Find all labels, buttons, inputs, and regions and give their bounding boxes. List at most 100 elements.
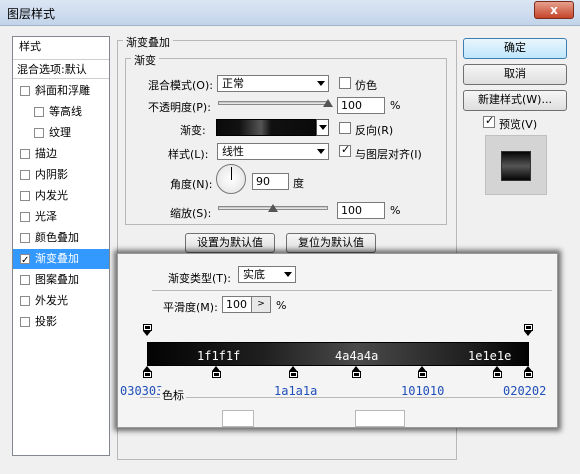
checkbox[interactable]	[20, 251, 30, 269]
smoothness-input[interactable]: 100	[222, 296, 252, 313]
subgroup-title: 渐变	[131, 52, 159, 68]
gradient-label: 渐变:	[180, 124, 206, 137]
opacity-stop-left[interactable]	[143, 324, 152, 336]
blending-options-item[interactable]: 混合选项:默认	[13, 59, 109, 79]
color-stop[interactable]	[143, 366, 152, 378]
bar-label-2: 4a4a4a	[335, 349, 379, 363]
color-stop[interactable]	[212, 366, 221, 378]
style-item-outer-glow[interactable]: 外发光	[13, 291, 109, 311]
style-item-inner-glow[interactable]: 内发光	[13, 186, 109, 206]
stop-tip	[143, 331, 151, 336]
ok-button[interactable]: 确定	[463, 38, 567, 59]
checkbox[interactable]	[34, 128, 44, 138]
gradient-swatch[interactable]	[216, 119, 316, 136]
angle-input[interactable]: 90	[252, 173, 289, 190]
opacity-slider-track[interactable]	[218, 101, 328, 105]
checkbox[interactable]	[20, 170, 30, 180]
stop-label-1: 030303	[120, 384, 164, 398]
checkbox[interactable]	[20, 296, 30, 306]
cancel-button[interactable]: 取消	[463, 64, 567, 85]
styles-panel: 样式 混合选项:默认 斜面和浮雕 等高线 纹理 描边 内阴影 内发光 光泽 颜色…	[12, 36, 110, 456]
stop-body	[524, 324, 533, 331]
angle-unit: 度	[293, 177, 304, 190]
style-item-bevel[interactable]: 斜面和浮雕	[13, 81, 109, 101]
style-item-color-overlay[interactable]: 颜色叠加	[13, 228, 109, 248]
scale-input[interactable]: 100	[337, 202, 385, 219]
close-button[interactable]: x	[534, 1, 574, 19]
style-select[interactable]: 线性	[217, 143, 329, 160]
style-item-gradient-overlay[interactable]: 渐变叠加	[13, 249, 109, 269]
checkbox[interactable]	[20, 275, 30, 285]
chevron-down-icon	[317, 81, 325, 86]
new-style-button[interactable]: 新建样式(W)...	[463, 90, 567, 111]
window-title: 图层样式	[7, 7, 56, 21]
style-item-contour[interactable]: 等高线	[13, 102, 109, 122]
stop-tip	[524, 331, 532, 336]
color-stop-field[interactable]	[222, 410, 254, 427]
preview-thumbnail	[485, 135, 547, 195]
checkbox[interactable]	[20, 233, 30, 243]
dither-label: 仿色	[355, 79, 377, 92]
color-stop-location-field[interactable]	[355, 410, 405, 427]
stop-label-3: 101010	[401, 384, 445, 398]
checkbox[interactable]	[34, 107, 44, 117]
blend-mode-label: 混合模式(O):	[148, 79, 213, 92]
checkbox[interactable]	[20, 86, 30, 96]
angle-dial[interactable]	[216, 164, 246, 194]
color-stop[interactable]	[418, 366, 427, 378]
stop-color	[291, 373, 296, 376]
color-stop[interactable]	[289, 366, 298, 378]
scale-slider-thumb[interactable]	[268, 204, 278, 212]
editor-divider	[152, 290, 552, 291]
gradient-type-value: 实底	[243, 268, 265, 281]
checkbox[interactable]	[20, 149, 30, 159]
stop-color	[420, 373, 425, 376]
smoothness-stepper[interactable]: >	[251, 296, 271, 313]
set-default-button[interactable]: 设置为默认值	[185, 233, 275, 253]
scale-percent: %	[390, 204, 401, 217]
opacity-stop-right[interactable]	[524, 324, 533, 336]
chevron-down-icon	[284, 272, 292, 277]
stop-label-2: 1a1a1a	[274, 384, 318, 398]
checkbox[interactable]	[20, 212, 30, 222]
align-layer-label: 与图层对齐(I)	[355, 148, 422, 161]
stop-color	[354, 373, 359, 376]
color-stop[interactable]	[493, 366, 502, 378]
align-layer-checkbox[interactable]	[339, 143, 351, 157]
style-item-drop-shadow[interactable]: 投影	[13, 312, 109, 332]
opacity-percent: %	[390, 99, 401, 112]
chevron-down-icon	[317, 149, 325, 154]
stop-color	[214, 373, 219, 376]
scale-label: 缩放(S):	[170, 207, 212, 220]
style-item-inner-shadow[interactable]: 内阴影	[13, 165, 109, 185]
bar-label-3: 1e1e1e	[468, 349, 512, 363]
style-item-texture[interactable]: 纹理	[13, 123, 109, 143]
angle-indicator	[231, 167, 232, 180]
dither-checkbox[interactable]	[339, 77, 351, 89]
style-item-pattern-overlay[interactable]: 图案叠加	[13, 270, 109, 290]
checkbox[interactable]	[20, 317, 30, 327]
stop-color	[145, 373, 150, 376]
blend-mode-select[interactable]: 正常	[217, 75, 329, 92]
style-item-satin[interactable]: 光泽	[13, 207, 109, 227]
checkbox[interactable]	[20, 191, 30, 201]
color-stop[interactable]	[352, 366, 361, 378]
stop-color	[495, 373, 500, 376]
gradient-type-select[interactable]: 实底	[238, 266, 296, 283]
styles-header[interactable]: 样式	[13, 37, 109, 57]
gradient-dropdown-button[interactable]	[316, 119, 329, 136]
angle-label: 角度(N):	[170, 178, 213, 191]
reverse-label: 反向(R)	[355, 124, 394, 137]
reset-default-button[interactable]: 复位为默认值	[286, 233, 376, 253]
opacity-slider-thumb[interactable]	[323, 99, 333, 107]
preview-checkbox[interactable]	[483, 114, 495, 128]
color-stop[interactable]	[524, 366, 533, 378]
style-item-stroke[interactable]: 描边	[13, 144, 109, 164]
opacity-input[interactable]: 100	[337, 97, 385, 114]
bar-label-1: 1f1f1f	[197, 349, 241, 363]
color-stop-divider	[140, 397, 540, 398]
title-bar: 图层样式 x	[0, 0, 580, 26]
opacity-label: 不透明度(P):	[148, 101, 211, 114]
reverse-checkbox[interactable]	[339, 122, 351, 134]
stop-body	[352, 371, 361, 378]
